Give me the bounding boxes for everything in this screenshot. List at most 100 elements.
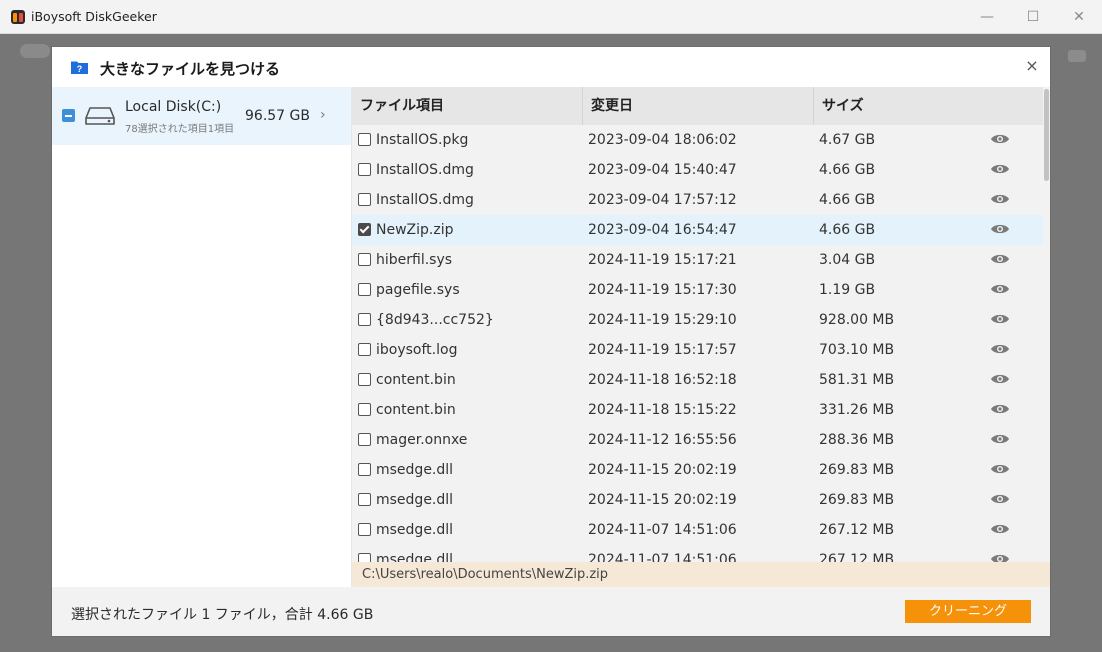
row-checkbox[interactable] bbox=[358, 313, 371, 326]
file-size: 288.36 MB bbox=[819, 432, 895, 448]
eye-icon[interactable] bbox=[990, 433, 1010, 445]
table-body: InstallOS.pkg 2023-09-04 18:06:02 4.67 GB I… bbox=[352, 125, 1043, 562]
disk-item-local-c[interactable]: Local Disk(C:) 78選択された項目1項目 96.57 GB › bbox=[52, 87, 351, 145]
selected-file-path-bar: C:\Users\realo\Documents\NewZip.zip bbox=[352, 562, 1050, 587]
column-header-file[interactable]: ファイル項目 bbox=[352, 87, 583, 125]
dialog-footer: 選択されたファイル 1 ファイル，合計 4.66 GB クリーニング bbox=[52, 587, 1050, 636]
table-row[interactable]: hiberfil.sys 2024-11-19 15:17:21 3.04 GB bbox=[352, 245, 1043, 275]
disk-selection-summary: 78選択された項目1項目 bbox=[125, 124, 235, 135]
svg-text:?: ? bbox=[77, 64, 83, 74]
row-checkbox[interactable] bbox=[358, 133, 371, 146]
eye-icon[interactable] bbox=[990, 133, 1010, 145]
file-size: 269.83 MB bbox=[819, 492, 895, 508]
table-row[interactable]: content.bin 2024-11-18 16:52:18 581.31 MB bbox=[352, 365, 1043, 395]
eye-icon[interactable] bbox=[990, 373, 1010, 385]
row-checkbox[interactable] bbox=[358, 343, 371, 356]
file-modified-date: 2024-11-19 15:29:10 bbox=[588, 312, 737, 328]
eye-icon[interactable] bbox=[990, 523, 1010, 535]
table-row[interactable]: pagefile.sys 2024-11-19 15:17:30 1.19 GB bbox=[352, 275, 1043, 305]
file-modified-date: 2024-11-15 20:02:19 bbox=[588, 462, 737, 478]
row-checkbox[interactable] bbox=[358, 493, 371, 506]
disk-name: Local Disk(C:) bbox=[125, 99, 222, 115]
chevron-right-icon[interactable]: › bbox=[320, 107, 326, 123]
table-scrollbar[interactable] bbox=[1043, 87, 1050, 562]
table-row[interactable]: content.bin 2024-11-18 15:15:22 331.26 MB bbox=[352, 395, 1043, 425]
selected-file-path: C:\Users\realo\Documents\NewZip.zip bbox=[362, 567, 609, 582]
file-modified-date: 2024-11-07 14:51:06 bbox=[588, 522, 737, 538]
eye-icon[interactable] bbox=[990, 463, 1010, 475]
file-size: 3.04 GB bbox=[819, 252, 876, 268]
file-size: 269.83 MB bbox=[819, 462, 895, 478]
file-size: 928.00 MB bbox=[819, 312, 895, 328]
eye-icon[interactable] bbox=[990, 253, 1010, 265]
row-checkbox[interactable] bbox=[358, 403, 371, 416]
background-element bbox=[1068, 50, 1086, 62]
disk-list-panel: Local Disk(C:) 78選択された項目1項目 96.57 GB › bbox=[52, 87, 352, 587]
file-name: InstallOS.dmg bbox=[376, 192, 474, 208]
table-row[interactable]: InstallOS.dmg 2023-09-04 17:57:12 4.66 GB bbox=[352, 185, 1043, 215]
file-size: 703.10 MB bbox=[819, 342, 895, 358]
row-checkbox[interactable] bbox=[358, 373, 371, 386]
row-checkbox[interactable] bbox=[358, 283, 371, 296]
column-header-modified[interactable]: 変更日 bbox=[583, 87, 814, 125]
row-checkbox[interactable] bbox=[358, 163, 371, 176]
table-header: ファイル項目 変更日 サイズ bbox=[352, 87, 1043, 125]
file-name: msedge.dll bbox=[376, 462, 454, 478]
table-row[interactable]: msedge.dll 2024-11-07 14:51:06 267.12 MB bbox=[352, 515, 1043, 545]
close-icon[interactable]: × bbox=[1024, 58, 1040, 74]
file-name: msedge.dll bbox=[376, 552, 454, 562]
table-row[interactable]: {8d943...cc752} 2024-11-19 15:29:10 928.00… bbox=[352, 305, 1043, 335]
row-checkbox[interactable] bbox=[358, 433, 371, 446]
file-size: 267.12 MB bbox=[819, 552, 895, 562]
file-name: {8d943...cc752} bbox=[376, 312, 494, 328]
disk-select-checkbox[interactable] bbox=[62, 109, 75, 122]
file-modified-date: 2023-09-04 15:40:47 bbox=[588, 162, 737, 178]
eye-icon[interactable] bbox=[990, 403, 1010, 415]
column-header-size[interactable]: サイズ bbox=[814, 87, 1043, 125]
eye-icon[interactable] bbox=[990, 193, 1010, 205]
minimize-button[interactable]: — bbox=[964, 0, 1010, 33]
eye-icon[interactable] bbox=[990, 163, 1010, 175]
row-checkbox[interactable] bbox=[358, 223, 371, 236]
file-modified-date: 2024-11-15 20:02:19 bbox=[588, 492, 737, 508]
row-checkbox[interactable] bbox=[358, 253, 371, 266]
eye-icon[interactable] bbox=[990, 493, 1010, 505]
eye-icon[interactable] bbox=[990, 313, 1010, 325]
file-name: InstallOS.dmg bbox=[376, 162, 474, 178]
eye-icon[interactable] bbox=[990, 343, 1010, 355]
file-size: 4.66 GB bbox=[819, 162, 876, 178]
table-row[interactable]: iboysoft.log 2024-11-19 15:17:57 703.10 MB bbox=[352, 335, 1043, 365]
table-row[interactable]: msedge.dll 2024-11-15 20:02:19 269.83 MB bbox=[352, 455, 1043, 485]
eye-icon[interactable] bbox=[990, 223, 1010, 235]
eye-icon[interactable] bbox=[990, 283, 1010, 295]
row-checkbox[interactable] bbox=[358, 463, 371, 476]
file-name: mager.onnxe bbox=[376, 432, 468, 448]
file-modified-date: 2024-11-07 14:51:06 bbox=[588, 552, 737, 562]
window-close-button[interactable]: ✕ bbox=[1056, 0, 1102, 33]
row-checkbox[interactable] bbox=[358, 523, 371, 536]
clean-button[interactable]: クリーニング bbox=[905, 600, 1031, 623]
eye-icon[interactable] bbox=[990, 553, 1010, 562]
file-size: 4.66 GB bbox=[819, 222, 876, 238]
table-row[interactable]: InstallOS.pkg 2023-09-04 18:06:02 4.67 GB bbox=[352, 125, 1043, 155]
dialog-header: ? 大きなファイルを見つける × bbox=[52, 47, 1050, 87]
file-modified-date: 2024-11-18 15:15:22 bbox=[588, 402, 737, 418]
folder-help-icon: ? bbox=[71, 61, 88, 74]
table-row[interactable]: mager.onnxe 2024-11-12 16:55:56 288.36 MB bbox=[352, 425, 1043, 455]
file-name: InstallOS.pkg bbox=[376, 132, 469, 148]
file-name: pagefile.sys bbox=[376, 282, 460, 298]
row-checkbox[interactable] bbox=[358, 193, 371, 206]
row-checkbox[interactable] bbox=[358, 553, 371, 562]
table-row[interactable]: InstallOS.dmg 2023-09-04 15:40:47 4.66 GB bbox=[352, 155, 1043, 185]
file-modified-date: 2023-09-04 16:54:47 bbox=[588, 222, 737, 238]
table-row[interactable]: msedge.dll 2024-11-07 14:51:06 267.12 MB bbox=[352, 545, 1043, 562]
file-name: content.bin bbox=[376, 372, 456, 388]
maximize-button[interactable]: ☐ bbox=[1010, 0, 1056, 33]
table-row[interactable]: NewZip.zip 2023-09-04 16:54:47 4.66 GB bbox=[352, 215, 1043, 245]
file-name: msedge.dll bbox=[376, 522, 454, 538]
file-name: hiberfil.sys bbox=[376, 252, 453, 268]
window-title: iBoysoft DiskGeeker bbox=[31, 9, 157, 24]
scrollbar-thumb[interactable] bbox=[1044, 89, 1049, 181]
table-row[interactable]: msedge.dll 2024-11-15 20:02:19 269.83 MB bbox=[352, 485, 1043, 515]
file-size: 4.67 GB bbox=[819, 132, 876, 148]
